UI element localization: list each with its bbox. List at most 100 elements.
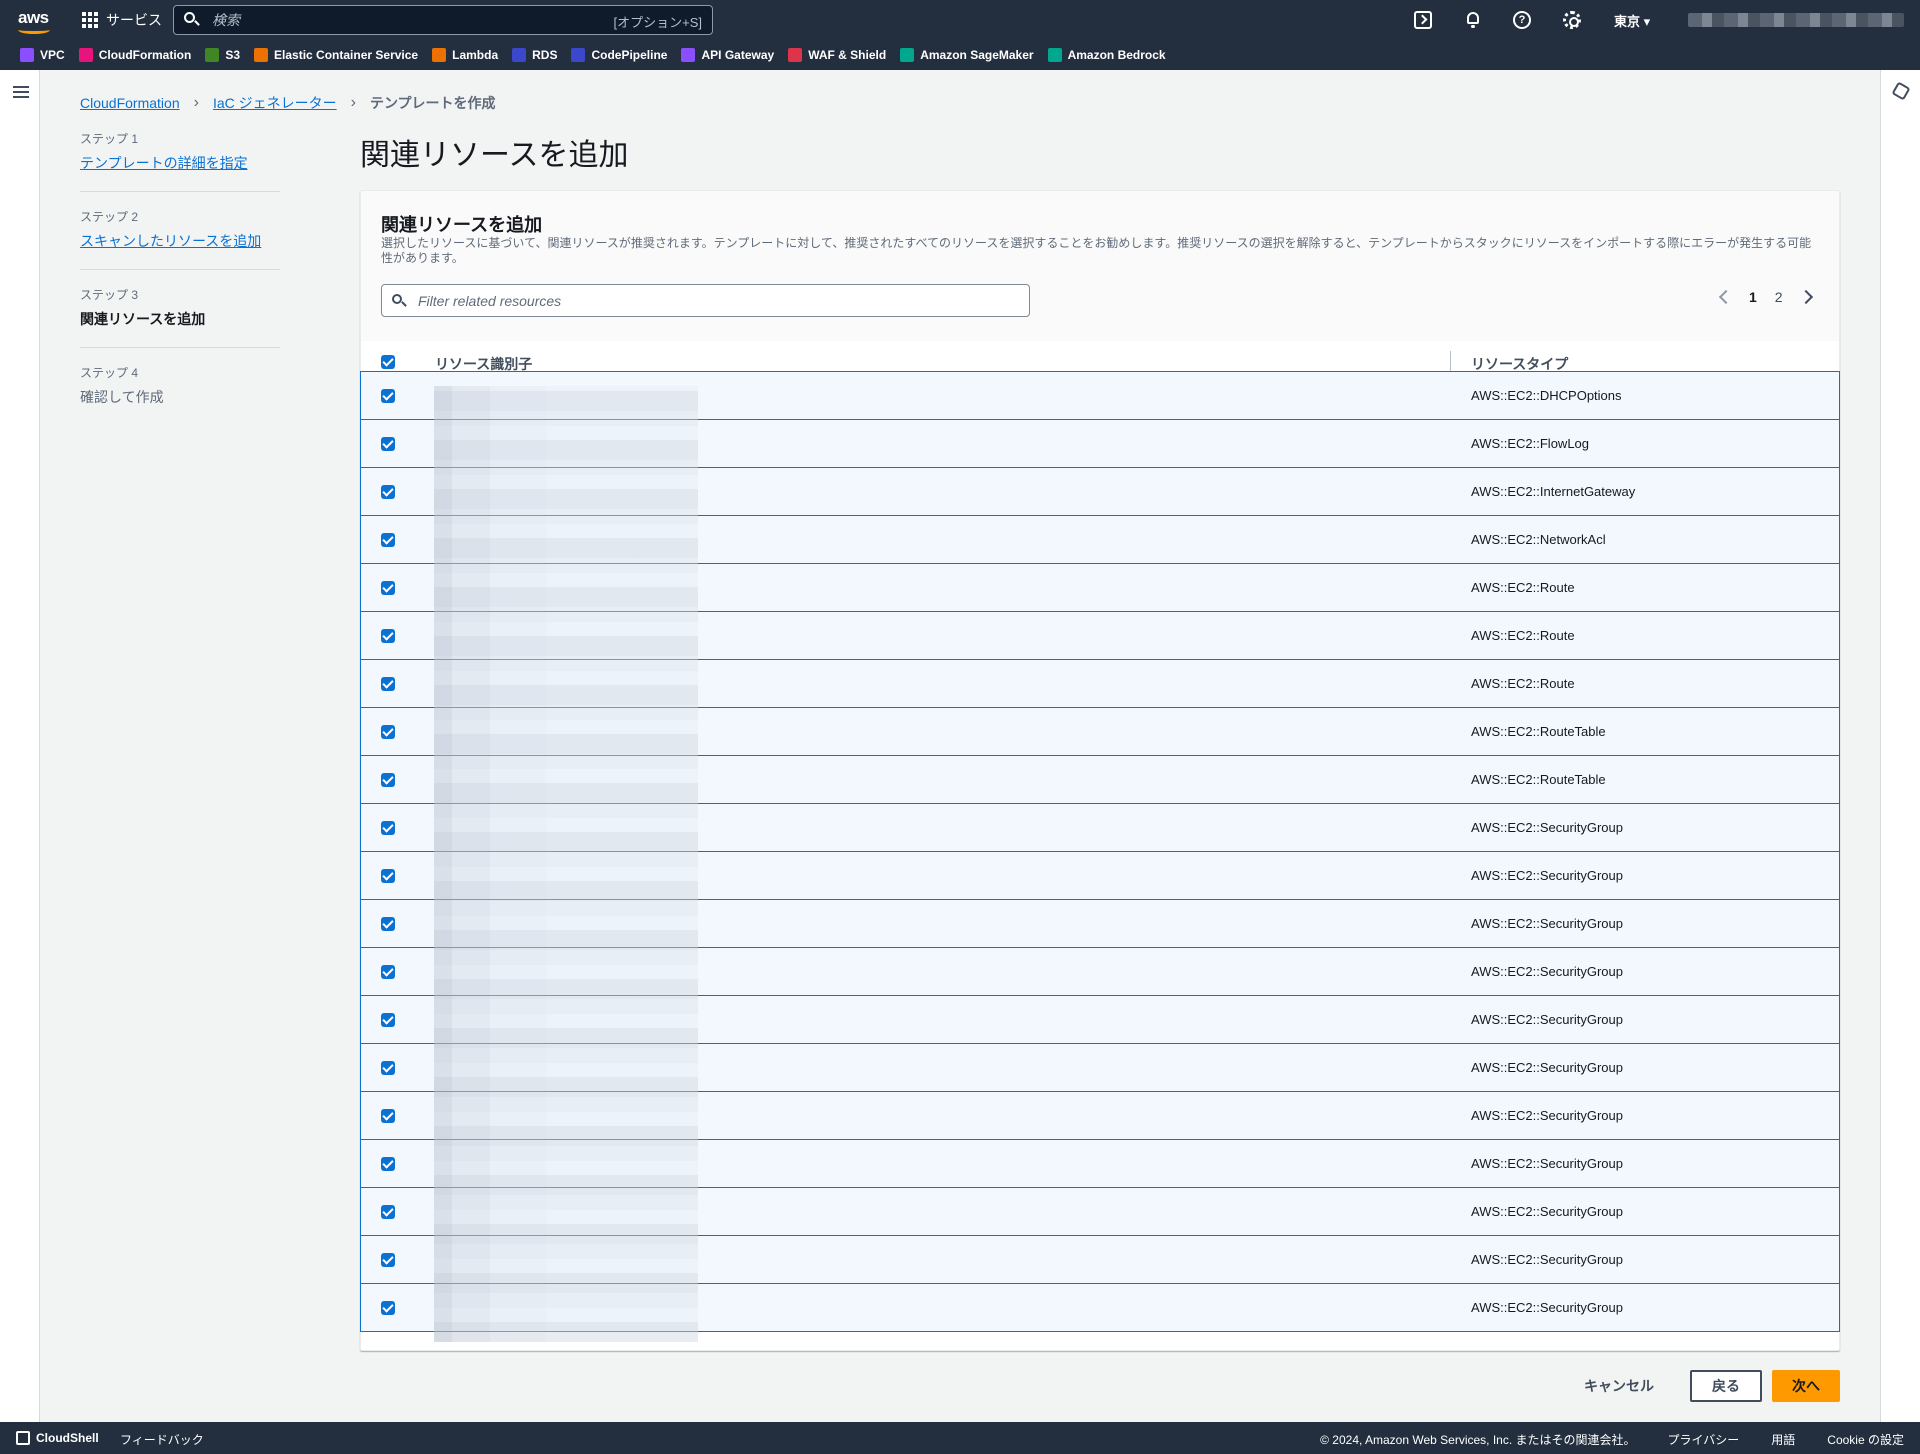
favorite-amazon-bedrock[interactable]: Amazon Bedrock bbox=[1047, 48, 1166, 62]
row-checkbox[interactable] bbox=[381, 581, 395, 595]
table-row[interactable]: AWS::EC2::InternetGateway bbox=[360, 467, 1840, 516]
row-checkbox[interactable] bbox=[381, 437, 395, 451]
table-row[interactable]: AWS::EC2::Route bbox=[360, 611, 1840, 660]
row-checkbox[interactable] bbox=[381, 1253, 395, 1267]
resource-identifier-cell bbox=[435, 1236, 699, 1284]
service-icon bbox=[1047, 48, 1062, 62]
row-checkbox[interactable] bbox=[381, 677, 395, 691]
favorite-amazon-sagemaker[interactable]: Amazon SageMaker bbox=[900, 48, 1034, 62]
account-menu[interactable] bbox=[1688, 13, 1904, 27]
table-row[interactable]: AWS::EC2::SecurityGroup bbox=[360, 947, 1840, 996]
step-label: ステップ 2 bbox=[80, 210, 139, 224]
favorite-waf-shield[interactable]: WAF & Shield bbox=[788, 48, 886, 62]
settings-gear-icon[interactable] bbox=[1563, 11, 1581, 29]
services-menu-button[interactable]: サービス bbox=[82, 9, 162, 31]
row-checkbox[interactable] bbox=[381, 1157, 395, 1171]
terms-link[interactable]: 用語 bbox=[1771, 1431, 1795, 1448]
table-row[interactable]: AWS::EC2::SecurityGroup bbox=[360, 1187, 1840, 1236]
table-row[interactable]: AWS::EC2::Route bbox=[360, 659, 1840, 708]
table-row[interactable]: AWS::EC2::SecurityGroup bbox=[360, 851, 1840, 900]
favorite-label: CodePipeline bbox=[591, 48, 668, 62]
row-checkbox[interactable] bbox=[381, 821, 395, 835]
filter-box[interactable] bbox=[381, 284, 1030, 317]
grid-icon bbox=[82, 12, 98, 28]
row-checkbox[interactable] bbox=[381, 533, 395, 547]
cancel-button[interactable]: キャンセル bbox=[1558, 1376, 1680, 1396]
service-icon bbox=[788, 48, 803, 62]
table-row[interactable]: AWS::EC2::NetworkAcl bbox=[360, 515, 1840, 564]
row-checkbox[interactable] bbox=[381, 1205, 395, 1219]
aws-logo[interactable]: aws bbox=[18, 8, 52, 34]
breadcrumb: CloudFormation › IaC ジェネレーター › テンプレートを作成 bbox=[80, 93, 496, 113]
favorite-codepipeline[interactable]: CodePipeline bbox=[571, 48, 667, 62]
table-row[interactable]: AWS::EC2::RouteTable bbox=[360, 707, 1840, 756]
global-search-input[interactable] bbox=[212, 12, 592, 28]
table-row[interactable]: AWS::EC2::SecurityGroup bbox=[360, 899, 1840, 948]
resource-type-cell: AWS::EC2::SecurityGroup bbox=[1471, 1300, 1623, 1315]
table-row[interactable]: AWS::EC2::SecurityGroup bbox=[360, 1091, 1840, 1140]
step-link-scanned-resources[interactable]: スキャンしたリソースを追加 bbox=[80, 231, 280, 251]
region-selector[interactable]: 東京 ▾ bbox=[1614, 11, 1650, 30]
row-checkbox[interactable] bbox=[381, 1109, 395, 1123]
favorite-label: RDS bbox=[532, 48, 558, 62]
row-checkbox[interactable] bbox=[381, 629, 395, 643]
cloudshell-icon[interactable] bbox=[1414, 11, 1432, 29]
favorite-cloudformation[interactable]: CloudFormation bbox=[78, 48, 191, 62]
row-checkbox[interactable] bbox=[381, 389, 395, 403]
table-row[interactable]: AWS::EC2::FlowLog bbox=[360, 419, 1840, 468]
privacy-link[interactable]: プライバシー bbox=[1668, 1431, 1740, 1448]
table-row[interactable]: AWS::EC2::RouteTable bbox=[360, 755, 1840, 804]
chevron-right-icon[interactable] bbox=[1798, 289, 1813, 305]
step-link-template-details[interactable]: テンプレートの詳細を指定 bbox=[80, 153, 280, 173]
feedback-link[interactable]: フィードバック bbox=[120, 1431, 204, 1448]
row-checkbox[interactable] bbox=[381, 485, 395, 499]
column-divider[interactable] bbox=[1450, 351, 1451, 371]
row-checkbox[interactable] bbox=[381, 1061, 395, 1075]
favorite-rds[interactable]: RDS bbox=[512, 48, 557, 62]
container-title: 関連リソースを追加 bbox=[381, 215, 543, 235]
step-review-create: 確認して作成 bbox=[80, 389, 164, 405]
cloudshell-button[interactable]: CloudShell bbox=[16, 1431, 99, 1445]
filter-related-resources-input[interactable] bbox=[418, 292, 998, 309]
table-row[interactable]: AWS::EC2::SecurityGroup bbox=[360, 995, 1840, 1044]
row-checkbox[interactable] bbox=[381, 725, 395, 739]
next-button[interactable]: 次へ bbox=[1772, 1370, 1840, 1402]
chevron-left-icon[interactable] bbox=[1718, 289, 1734, 305]
page-title: 関連リソースを追加 bbox=[360, 139, 629, 172]
favorite-s3[interactable]: S3 bbox=[205, 48, 240, 62]
resource-identifier-cell bbox=[435, 516, 699, 564]
table-row[interactable]: AWS::EC2::SecurityGroup bbox=[360, 1283, 1840, 1332]
table-row[interactable]: AWS::EC2::SecurityGroup bbox=[360, 1139, 1840, 1188]
breadcrumb-cloudformation[interactable]: CloudFormation bbox=[80, 95, 180, 111]
wizard-step-4: ステップ 4 確認して作成 bbox=[80, 364, 280, 425]
table-row[interactable]: AWS::EC2::SecurityGroup bbox=[360, 1043, 1840, 1092]
row-checkbox[interactable] bbox=[381, 965, 395, 979]
global-search[interactable]: [オプション+S] bbox=[173, 5, 713, 35]
help-icon[interactable]: ? bbox=[1513, 11, 1531, 29]
table-row[interactable]: AWS::EC2::Route bbox=[360, 563, 1840, 612]
top-navigation: aws サービス [オプション+S] ? 東京 ▾ VPC CloudFormat… bbox=[0, 0, 1920, 70]
page-2-button[interactable]: 2 bbox=[1775, 289, 1783, 305]
table-row[interactable]: AWS::EC2::SecurityGroup bbox=[360, 1235, 1840, 1284]
row-checkbox[interactable] bbox=[381, 869, 395, 883]
favorite-api-gateway[interactable]: API Gateway bbox=[681, 48, 774, 62]
favorite-vpc[interactable]: VPC bbox=[20, 48, 65, 62]
back-button[interactable]: 戻る bbox=[1690, 1370, 1762, 1402]
row-checkbox[interactable] bbox=[381, 917, 395, 931]
page-1-button[interactable]: 1 bbox=[1749, 289, 1757, 305]
favorite-lambda[interactable]: Lambda bbox=[432, 48, 498, 62]
row-checkbox[interactable] bbox=[381, 1013, 395, 1027]
table-row[interactable]: AWS::EC2::SecurityGroup bbox=[360, 803, 1840, 852]
cookie-settings-link[interactable]: Cookie の設定 bbox=[1827, 1431, 1904, 1448]
resource-type-cell: AWS::EC2::SecurityGroup bbox=[1471, 1108, 1623, 1123]
breadcrumb-iac-generator[interactable]: IaC ジェネレーター bbox=[213, 93, 337, 113]
table-row[interactable]: AWS::EC2::DHCPOptions bbox=[360, 371, 1840, 420]
select-all-checkbox[interactable] bbox=[381, 355, 395, 369]
favorite-elastic-container-service[interactable]: Elastic Container Service bbox=[254, 48, 418, 62]
notifications-bell-icon[interactable] bbox=[1464, 11, 1482, 29]
row-checkbox[interactable] bbox=[381, 1301, 395, 1315]
tools-panel-icon[interactable] bbox=[1891, 81, 1911, 101]
row-checkbox[interactable] bbox=[381, 773, 395, 787]
favorite-label: API Gateway bbox=[701, 48, 775, 62]
hamburger-menu-icon[interactable] bbox=[13, 86, 29, 98]
